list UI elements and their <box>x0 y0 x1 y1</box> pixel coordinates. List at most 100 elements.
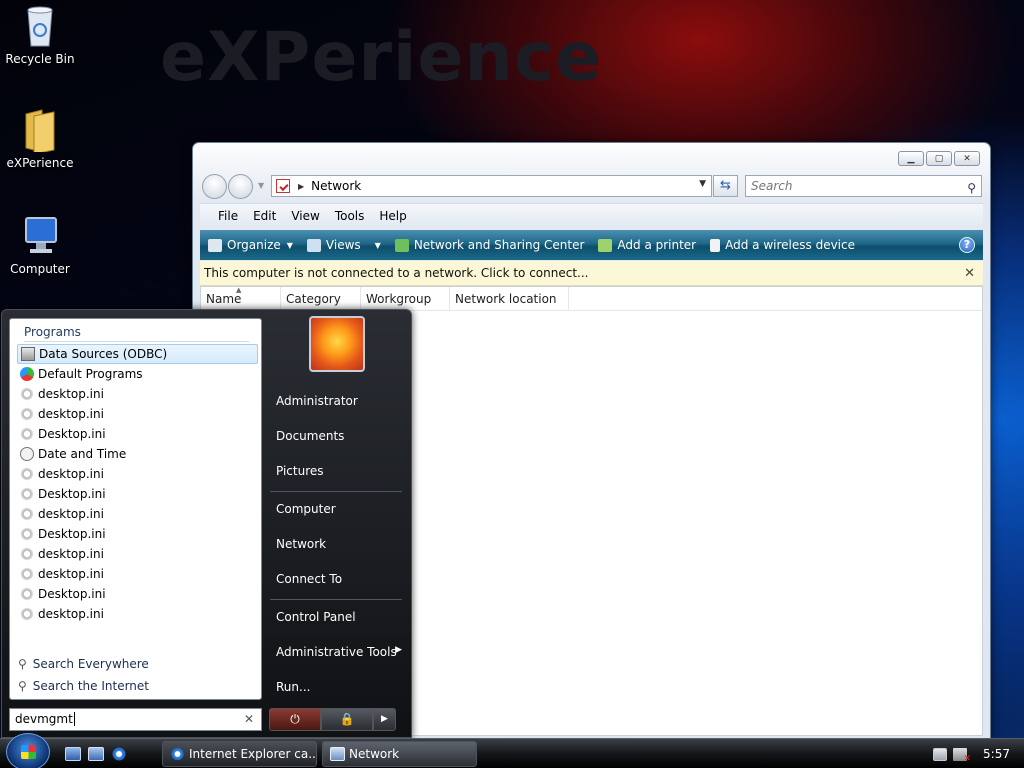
info-bar[interactable]: This computer is not connected to a netw… <box>200 261 983 286</box>
internet-explorer-quick-launch-icon[interactable] <box>111 747 127 761</box>
network-status-icon[interactable] <box>933 747 948 761</box>
search-icon[interactable]: ⚲ <box>967 178 976 198</box>
shutdown-options-arrow-icon[interactable]: ▶ <box>373 708 396 731</box>
column-headers: Name ▲ Category Workgroup Network locatio… <box>201 286 982 311</box>
program-item[interactable]: desktop.ini <box>17 564 258 584</box>
back-button[interactable] <box>202 174 227 199</box>
start-link-connect-to[interactable]: Connect To <box>276 572 342 586</box>
clock[interactable]: 5:57 <box>983 747 1010 761</box>
taskbar-item-label: Network <box>349 747 400 761</box>
column-header-name[interactable]: Name ▲ <box>201 286 281 311</box>
notification-area: ✕ 5:57 <box>933 739 1024 768</box>
program-label: Desktop.ini <box>38 587 106 601</box>
start-link-documents[interactable]: Documents <box>276 429 344 443</box>
network-sharing-center-label: Network and Sharing Center <box>413 238 585 252</box>
refresh-button[interactable]: ⇆ <box>713 175 738 197</box>
search-internet-link[interactable]: ⚲ Search the Internet <box>18 679 149 693</box>
address-bar[interactable]: ▶ Network ▼ <box>271 175 712 197</box>
start-link-administrative-tools[interactable]: Administrative Tools ▶ <box>276 645 402 659</box>
column-header-category[interactable]: Category <box>281 287 361 311</box>
minimize-button[interactable]: ▁ <box>898 151 924 166</box>
desktop-icon-experience[interactable]: eXPerience <box>0 108 80 170</box>
start-link-administrator[interactable]: Administrator <box>276 394 358 408</box>
lock-button-icon[interactable]: 🔒 <box>321 708 373 731</box>
chevron-down-icon: ▼ <box>374 240 381 250</box>
program-item[interactable]: desktop.ini <box>17 544 258 564</box>
switch-windows-icon[interactable] <box>88 747 104 761</box>
add-wireless-device-button[interactable]: Add a wireless device <box>710 238 855 252</box>
wireless-device-icon <box>710 238 721 252</box>
settings-file-icon <box>20 407 34 421</box>
program-item[interactable]: desktop.ini <box>17 504 258 524</box>
column-header-workgroup[interactable]: Workgroup <box>361 287 450 311</box>
separator <box>270 599 402 600</box>
start-button[interactable] <box>6 733 50 768</box>
program-label: desktop.ini <box>38 607 104 621</box>
program-label: desktop.ini <box>38 567 104 581</box>
volume-muted-icon[interactable]: ✕ <box>953 747 971 764</box>
recent-pages-dropdown[interactable]: ▼ <box>258 181 264 190</box>
views-button[interactable]: Views ▼ <box>306 238 381 252</box>
network-sharing-center-button[interactable]: Network and Sharing Center <box>394 238 585 252</box>
power-button-icon[interactable]: ⏻ <box>269 708 321 731</box>
menu-file[interactable]: File <box>218 209 238 223</box>
forward-button[interactable] <box>228 174 253 199</box>
caption-buttons: ▁ ▢ ✕ <box>898 151 980 166</box>
search-placeholder: Search <box>751 179 793 193</box>
program-item[interactable]: desktop.ini <box>17 464 258 484</box>
menu-tools[interactable]: Tools <box>335 209 365 223</box>
user-avatar[interactable] <box>309 316 365 372</box>
administrative-tools-label: Administrative Tools <box>276 645 397 659</box>
taskbar-item-label: Internet Explorer ca... <box>189 747 317 761</box>
clear-search-icon[interactable]: ✕ <box>244 709 254 730</box>
wallpaper-watermark: eXPerience <box>160 18 603 97</box>
navigation-buttons <box>202 174 254 199</box>
menu-help[interactable]: Help <box>379 209 406 223</box>
program-item[interactable]: desktop.ini <box>17 604 258 624</box>
menu-view[interactable]: View <box>291 209 319 223</box>
program-item[interactable]: Desktop.ini <box>17 424 258 444</box>
computer-icon <box>20 214 60 258</box>
program-label: desktop.ini <box>38 407 104 421</box>
printer-icon <box>598 238 613 252</box>
start-link-network[interactable]: Network <box>276 537 326 551</box>
submenu-arrow-icon: ▶ <box>395 645 402 655</box>
program-item[interactable]: desktop.ini <box>17 404 258 424</box>
taskbar-item-network[interactable]: Network <box>322 741 477 767</box>
taskbar-item-internet-explorer[interactable]: Internet Explorer ca... <box>162 741 317 767</box>
address-dropdown-icon[interactable]: ▼ <box>699 179 706 189</box>
program-label: Data Sources (ODBC) <box>39 347 168 361</box>
program-item[interactable]: Desktop.ini <box>17 584 258 604</box>
close-icon[interactable]: ✕ <box>964 261 975 286</box>
program-item[interactable]: Desktop.ini <box>17 484 258 504</box>
start-link-computer[interactable]: Computer <box>276 502 336 516</box>
add-printer-button[interactable]: Add a printer <box>598 238 696 252</box>
help-icon[interactable]: ? <box>959 237 975 253</box>
menu-edit[interactable]: Edit <box>253 209 276 223</box>
start-link-run[interactable]: Run... <box>276 680 310 694</box>
programs-header: Programs <box>24 325 249 342</box>
start-link-pictures[interactable]: Pictures <box>276 464 324 478</box>
search-input[interactable]: Search ⚲ <box>745 175 982 197</box>
organize-label: Organize <box>227 238 281 252</box>
date-time-icon <box>20 447 34 461</box>
program-item[interactable]: Data Sources (ODBC) <box>17 344 258 364</box>
address-text: Network <box>311 179 362 193</box>
start-link-control-panel[interactable]: Control Panel <box>276 610 356 624</box>
start-search-input[interactable]: devmgmt ✕ <box>9 708 262 731</box>
program-item[interactable]: desktop.ini <box>17 384 258 404</box>
show-desktop-icon[interactable] <box>65 747 81 761</box>
search-everywhere-label: Search Everywhere <box>32 657 149 671</box>
maximize-button[interactable]: ▢ <box>926 151 952 166</box>
desktop-icon-recycle-bin[interactable]: Recycle Bin <box>0 4 80 66</box>
desktop-icon-computer[interactable]: Computer <box>0 214 80 276</box>
column-header-network-location[interactable]: Network location <box>450 287 569 311</box>
program-item[interactable]: Desktop.ini <box>17 524 258 544</box>
search-everywhere-link[interactable]: ⚲ Search Everywhere <box>18 657 149 671</box>
folder-icon <box>20 108 60 155</box>
program-item[interactable]: Date and Time <box>17 444 258 464</box>
close-button[interactable]: ✕ <box>954 151 980 166</box>
breadcrumb-separator-icon[interactable]: ▶ <box>298 182 304 191</box>
organize-button[interactable]: Organize ▼ <box>208 238 293 252</box>
program-item[interactable]: Default Programs <box>17 364 258 384</box>
